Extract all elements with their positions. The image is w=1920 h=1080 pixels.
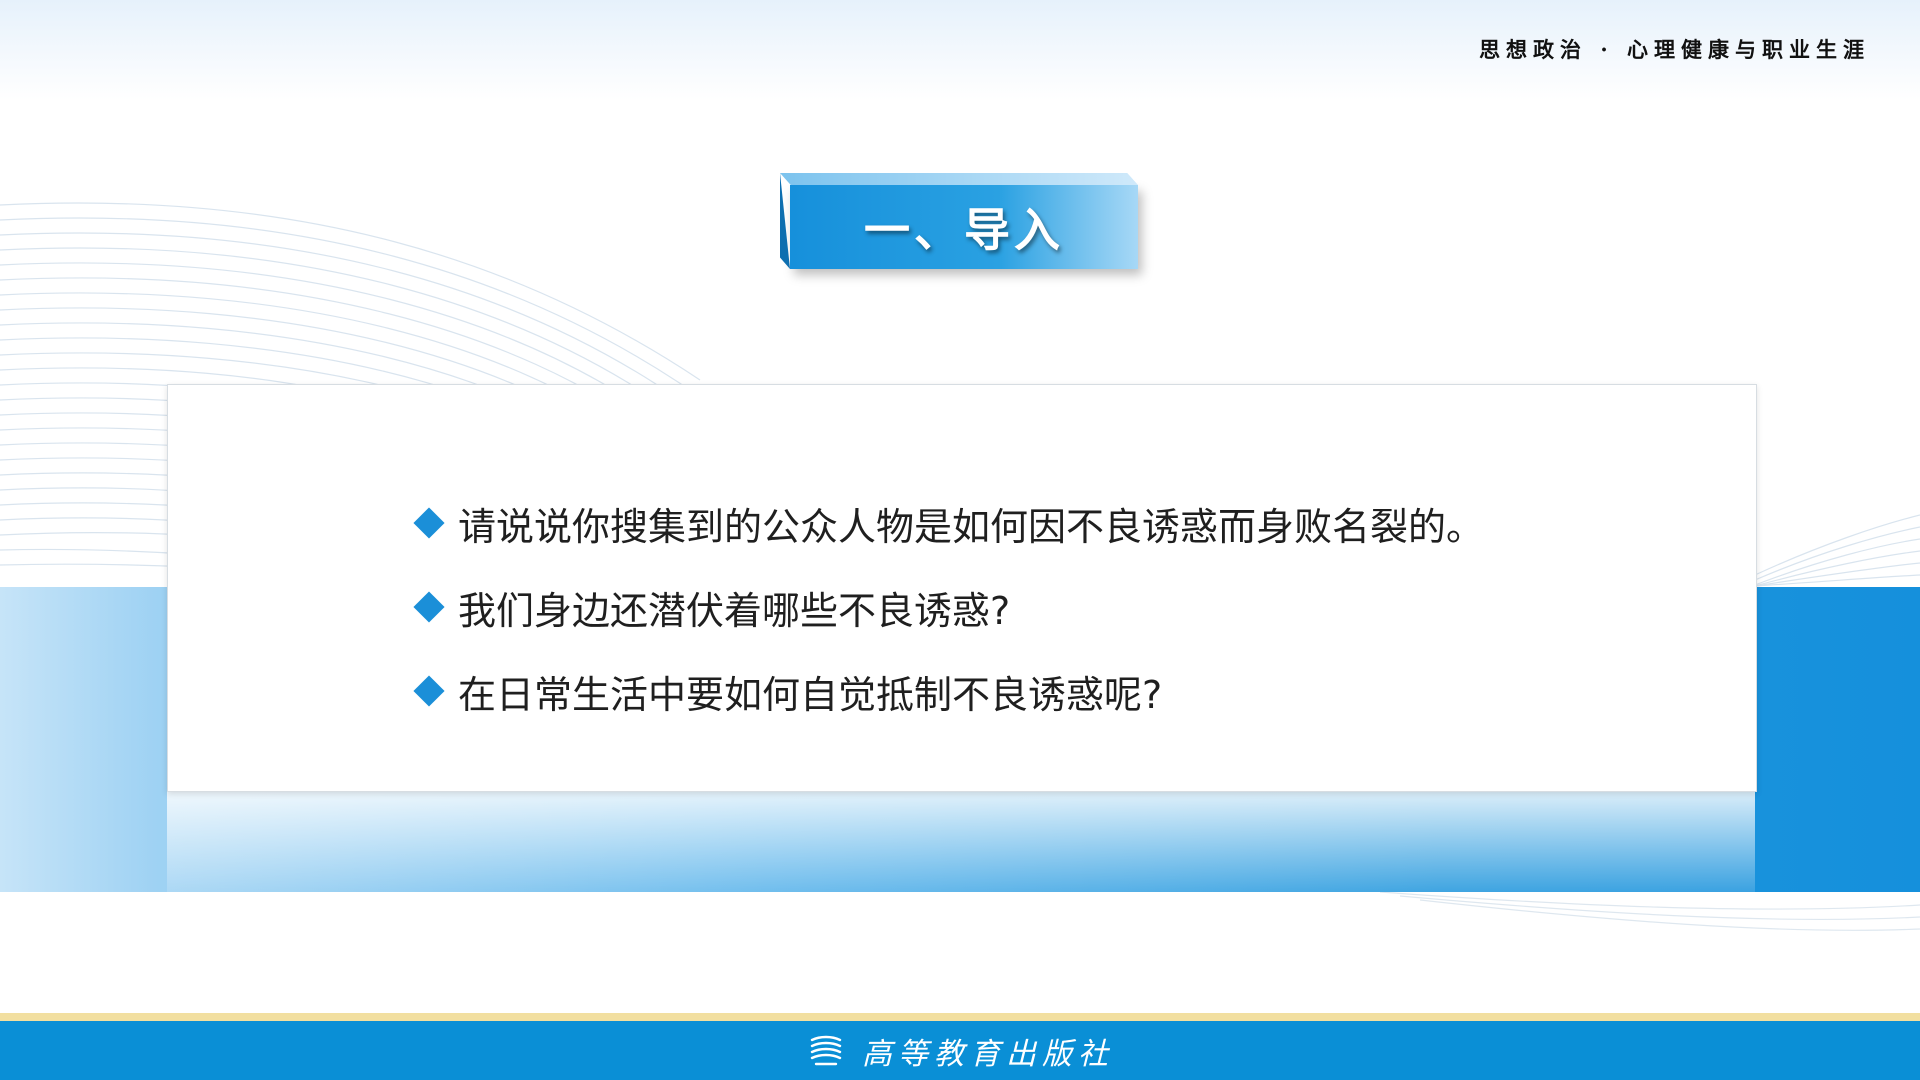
- publisher-name: 高等教育出版社: [862, 1036, 1114, 1072]
- question-item: 我们身边还潜伏着哪些不良诱惑?: [412, 565, 1484, 649]
- book-stack-icon: [810, 1035, 842, 1065]
- question-card: 请说说你搜集到的公众人物是如何因不良诱惑而身败名裂的。 我们身边还潜伏着哪些不良…: [167, 384, 1757, 792]
- diamond-bullet-icon: [413, 507, 445, 539]
- section-title-badge: 一、导入: [780, 173, 1138, 269]
- question-item: 在日常生活中要如何自觉抵制不良诱惑呢?: [412, 649, 1484, 733]
- question-item: 请说说你搜集到的公众人物是如何因不良诱惑而身败名裂的。: [412, 481, 1484, 565]
- footer-bar: 高等教育出版社: [0, 1021, 1920, 1080]
- section-title: 一、导入: [864, 203, 1064, 257]
- footer-content: 高等教育出版社: [0, 1021, 1920, 1080]
- question-text: 在日常生活中要如何自觉抵制不良诱惑呢?: [458, 672, 1163, 717]
- question-text: 请说说你搜集到的公众人物是如何因不良诱惑而身败名裂的。: [458, 504, 1485, 549]
- diamond-bullet-icon: [413, 675, 445, 707]
- diamond-bullet-icon: [413, 591, 445, 623]
- slide: 思想政治 · 心理健康与职业生涯 一、导入 请说说你搜集到的公众人物是如何因不良…: [0, 0, 1920, 1080]
- title-badge-side-bevel: [780, 173, 790, 269]
- question-list: 请说说你搜集到的公众人物是如何因不良诱惑而身败名裂的。 我们身边还潜伏着哪些不良…: [412, 481, 1484, 733]
- course-title: 思想政治 · 心理健康与职业生涯: [1479, 37, 1870, 62]
- title-badge-top-bevel: [780, 173, 1138, 185]
- card-reflection: [167, 790, 1755, 892]
- question-text: 我们身边还潜伏着哪些不良诱惑?: [458, 588, 1011, 633]
- footer-stripe: [0, 1013, 1920, 1021]
